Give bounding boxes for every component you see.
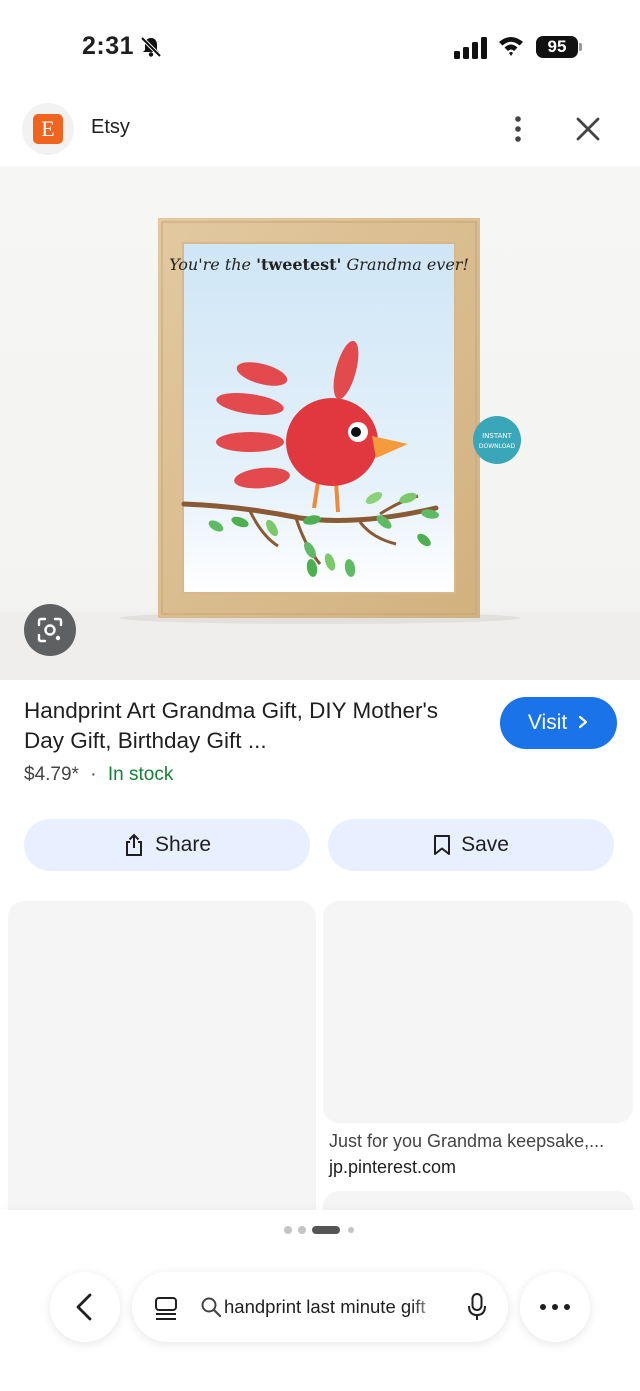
status-bar: 2:31 95 — [0, 0, 640, 90]
search-icon — [201, 1297, 222, 1318]
price-line: $4.79* · In stock — [24, 764, 173, 786]
visit-button[interactable]: Visit — [500, 697, 617, 749]
share-button[interactable]: Share — [24, 819, 310, 871]
source-logo[interactable]: E — [22, 103, 74, 155]
badge-text-download: DOWNLOAD — [479, 443, 516, 450]
battery-tip — [579, 43, 582, 51]
search-query[interactable]: handprint last minute gift — [224, 1296, 444, 1318]
visit-label: Visit — [527, 711, 568, 734]
product-image[interactable]: You're the 'tweetest' Grandma ever! INST… — [0, 166, 640, 680]
svg-text:You're the 'tweetest': You're the 'tweetest' Grandma ever! — [169, 255, 469, 274]
back-button[interactable] — [50, 1272, 120, 1342]
badge-text-instant: INSTANT — [482, 432, 513, 440]
share-label: Share — [154, 833, 212, 856]
frame-text-bold: 'tweetest' — [256, 255, 341, 274]
more-vert-icon[interactable] — [506, 114, 530, 144]
page-dot — [298, 1226, 306, 1234]
related-result-card[interactable] — [8, 901, 316, 1231]
share-icon — [125, 833, 142, 856]
page-dot — [348, 1227, 354, 1233]
source-name[interactable]: Etsy — [91, 116, 130, 139]
status-time: 2:31 — [82, 32, 135, 60]
related-result-card[interactable] — [323, 901, 633, 1123]
related-result-domain: jp.pinterest.com — [329, 1157, 457, 1177]
battery-indicator: 95 — [536, 36, 578, 58]
product-title[interactable]: Handprint Art Grandma Gift, DIY Mother's… — [24, 696, 464, 756]
bell-muted-icon — [140, 36, 162, 58]
page-indicator — [284, 1225, 364, 1235]
frame-text-suffix: Grandma ever! — [347, 255, 469, 274]
source-header: E Etsy — [0, 100, 640, 162]
stock-status: In stock — [107, 764, 174, 785]
tabs-icon[interactable] — [154, 1295, 178, 1321]
lens-icon — [37, 617, 63, 643]
price-separator: · — [90, 764, 97, 785]
save-label: Save — [461, 833, 509, 856]
related-result-title[interactable]: Just for you Grandma keepsake,... — [329, 1131, 604, 1152]
product-price: $4.79* — [24, 764, 79, 785]
etsy-logo-icon: E — [33, 114, 63, 144]
cellular-signal-icon — [454, 37, 487, 59]
bookmark-icon — [434, 835, 451, 855]
chevron-right-icon — [578, 715, 588, 729]
page-dot — [284, 1226, 292, 1234]
more-options-button[interactable] — [520, 1272, 590, 1342]
lens-search-button[interactable] — [24, 604, 76, 656]
page-dot-active — [312, 1226, 340, 1234]
save-button[interactable]: Save — [328, 819, 614, 871]
wifi-icon — [499, 37, 523, 56]
framed-handprint-art: You're the 'tweetest' Grandma ever! INST… — [0, 218, 640, 680]
chevron-left-icon — [76, 1293, 92, 1321]
search-bar[interactable]: handprint last minute gift — [132, 1272, 508, 1342]
microphone-icon[interactable] — [466, 1292, 488, 1322]
close-icon[interactable] — [574, 115, 602, 143]
frame-text-prefix: You're the — [169, 255, 251, 274]
more-horiz-icon — [540, 1304, 570, 1310]
